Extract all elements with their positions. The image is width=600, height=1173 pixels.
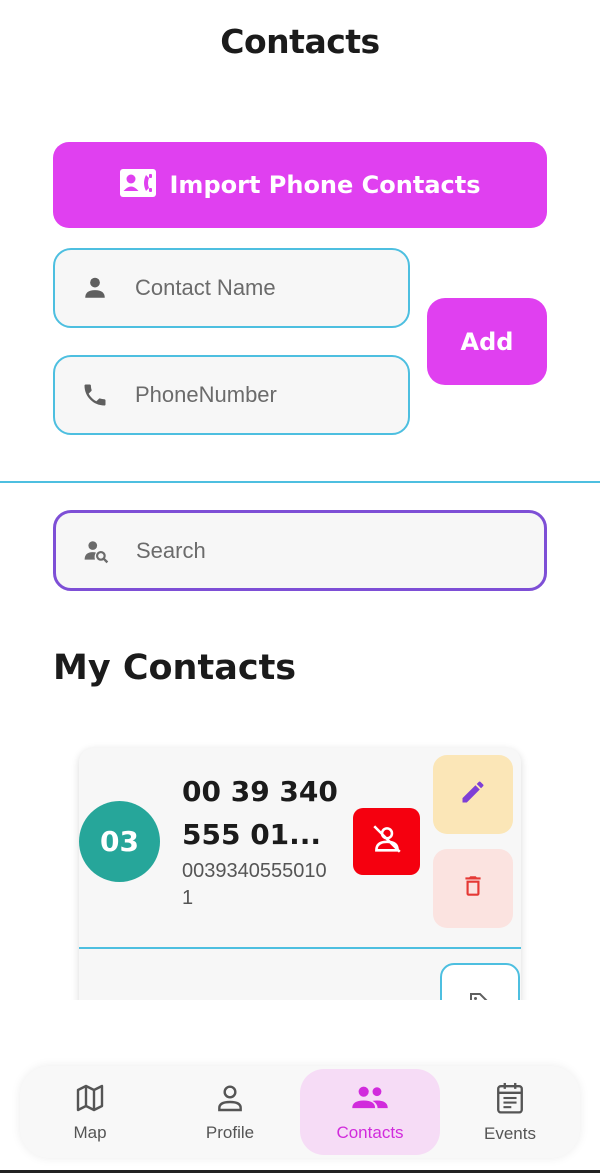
- phone-number-placeholder: PhoneNumber: [135, 382, 277, 407]
- contact-card[interactable]: 03 00 39 340 555 01... 00393405550101: [79, 748, 521, 1000]
- search-input[interactable]: Search: [53, 510, 547, 591]
- nav-label-profile: Profile: [205, 1122, 255, 1142]
- tag-contact-button[interactable]: [440, 963, 520, 1000]
- events-icon: [494, 1081, 526, 1120]
- nav-label-map: Map: [73, 1122, 107, 1142]
- map-icon: [74, 1082, 106, 1119]
- nav-item-profile[interactable]: Profile: [160, 1069, 300, 1155]
- nav-item-events[interactable]: Events: [440, 1069, 580, 1155]
- my-contacts-heading: My Contacts: [53, 648, 297, 688]
- bottom-navigation: Map Profile Contacts Events: [20, 1066, 580, 1158]
- card-divider: [79, 947, 521, 949]
- person-icon: [55, 275, 135, 301]
- search-placeholder: Search: [136, 537, 206, 563]
- person-search-icon: [56, 538, 136, 564]
- contact-phone: 00393405550101: [182, 860, 327, 909]
- nav-label-contacts: Contacts: [336, 1122, 404, 1142]
- nav-label-events: Events: [484, 1123, 536, 1143]
- phone-number-field[interactable]: PhoneNumber: [53, 355, 410, 435]
- group-icon: [351, 1082, 389, 1119]
- nav-item-contacts[interactable]: Contacts: [300, 1069, 440, 1155]
- block-contact-button[interactable]: [353, 808, 420, 875]
- person-off-icon: [370, 822, 404, 861]
- contact-name-field[interactable]: Contact Name: [53, 248, 410, 328]
- contact-name: 00 39 340 555 01...: [182, 770, 342, 856]
- contact-name-line2: 555 01...: [182, 818, 322, 851]
- contacts-icon: [119, 168, 156, 202]
- tag-icon: [468, 991, 492, 1000]
- contacts-list: 03 00 39 340 555 01... 00393405550101: [60, 740, 540, 1000]
- trash-icon: [460, 872, 486, 905]
- nav-item-map[interactable]: Map: [20, 1069, 160, 1155]
- edit-icon: [459, 778, 487, 811]
- add-contact-button[interactable]: Add: [427, 298, 547, 385]
- page-title: Contacts: [220, 22, 380, 61]
- section-divider: [0, 481, 600, 483]
- import-contacts-label: Import Phone Contacts: [169, 171, 481, 199]
- edit-contact-button[interactable]: [433, 755, 513, 834]
- contact-name-placeholder: Contact Name: [135, 275, 276, 300]
- profile-icon: [214, 1082, 246, 1119]
- contact-avatar: 03: [79, 801, 160, 882]
- contact-name-line1: 00 39 340: [182, 775, 338, 808]
- import-contacts-button[interactable]: Import Phone Contacts: [53, 142, 547, 228]
- delete-contact-button[interactable]: [433, 849, 513, 928]
- phone-icon: [55, 381, 135, 409]
